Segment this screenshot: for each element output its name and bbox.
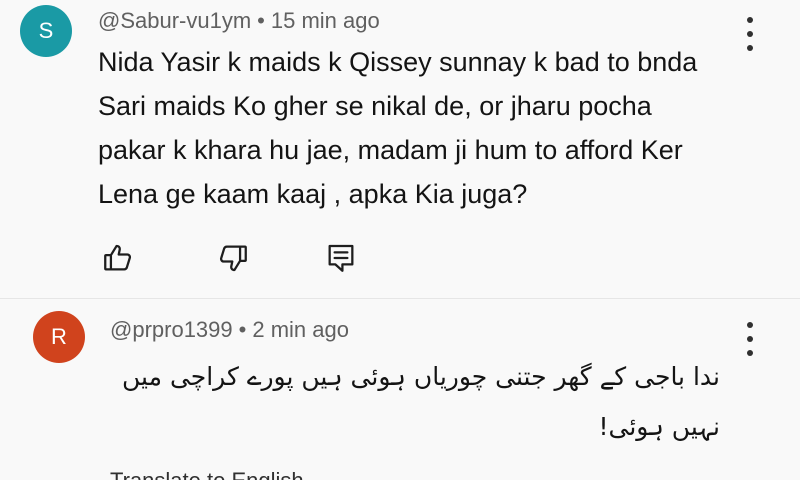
comment-body: ندا باجی کے گھر جتنی چوریاں ہوئی ہیں پور…: [98, 352, 720, 452]
username[interactable]: @Sabur-vu1ym: [98, 8, 251, 33]
comment-meta: @prpro1399 • 2 min ago: [110, 317, 349, 343]
timestamp: 2 min ago: [252, 317, 349, 342]
comment-1: S @Sabur-vu1ym • 15 min ago Nida Yasir k m…: [0, 0, 800, 300]
timestamp: 15 min ago: [270, 8, 380, 33]
comment-meta: @Sabur-vu1ym • 15 min ago: [98, 8, 380, 34]
more-options-icon[interactable]: [745, 17, 755, 51]
comment-divider: [0, 298, 800, 299]
avatar-letter: R: [51, 324, 67, 349]
reply-icon[interactable]: [321, 238, 361, 278]
comment-body: Nida Yasir k maids k Qissey sunnay k bad…: [98, 40, 697, 216]
comments-panel: S @Sabur-vu1ym • 15 min ago Nida Yasir k m…: [0, 0, 800, 480]
comment-line: Nida Yasir k maids k Qissey sunnay k bad…: [98, 47, 698, 77]
comment-2: R @prpro1399 • 2 min ago ندا باجی کے گھر ج…: [0, 300, 800, 480]
meta-separator: •: [257, 8, 265, 33]
comment-line: pakar k khara hu jae, madam ji hum to af…: [98, 135, 683, 165]
dislike-icon[interactable]: [213, 238, 253, 278]
more-options-icon[interactable]: [745, 322, 755, 356]
comment-line: Lena ge kaam kaaj , apka Kia juga?: [98, 179, 528, 209]
translate-link[interactable]: Translate to English: [110, 468, 304, 480]
comment-line: Sari maids Ko gher se nikal de, or jharu…: [98, 91, 652, 121]
meta-separator: •: [238, 317, 247, 342]
like-icon[interactable]: [98, 238, 138, 278]
comment-line: ندا باجی کے گھر جتنی چوریاں ہوئی ہیں پور…: [122, 362, 720, 391]
avatar[interactable]: S: [20, 5, 72, 57]
comment-line: نہیں ہوئی!: [598, 412, 720, 441]
avatar-letter: S: [38, 18, 54, 43]
avatar[interactable]: R: [33, 311, 85, 363]
username[interactable]: @prpro1399: [110, 317, 233, 342]
